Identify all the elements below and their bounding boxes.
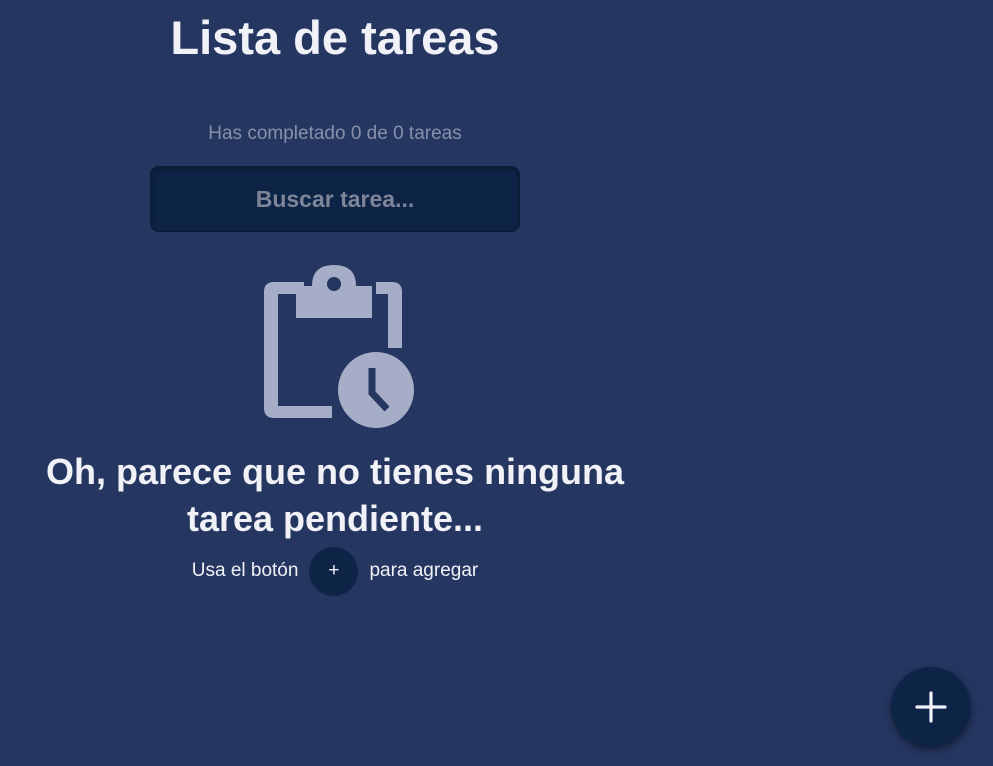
hint-plus-badge: + — [309, 546, 359, 596]
plus-icon — [915, 691, 947, 723]
hint-plus-symbol: + — [328, 560, 340, 581]
task-counter: Has completado 0 de 0 tareas — [208, 123, 462, 144]
empty-state-title: Oh, parece que no tienes ninguna tarea p… — [45, 451, 625, 539]
hint-text-before: Usa el botón — [191, 560, 299, 581]
hint-text-after: para agregar — [369, 560, 479, 581]
page-title: Lista de tareas — [170, 11, 500, 64]
add-task-button[interactable] — [891, 667, 971, 747]
empty-state-hint: Usa el botón + para agregar — [0, 546, 670, 596]
search-input[interactable] — [150, 166, 520, 232]
todo-app: Lista de tareas Has completado 0 de 0 ta… — [0, 0, 993, 766]
clipboard-clock-icon — [264, 265, 414, 428]
